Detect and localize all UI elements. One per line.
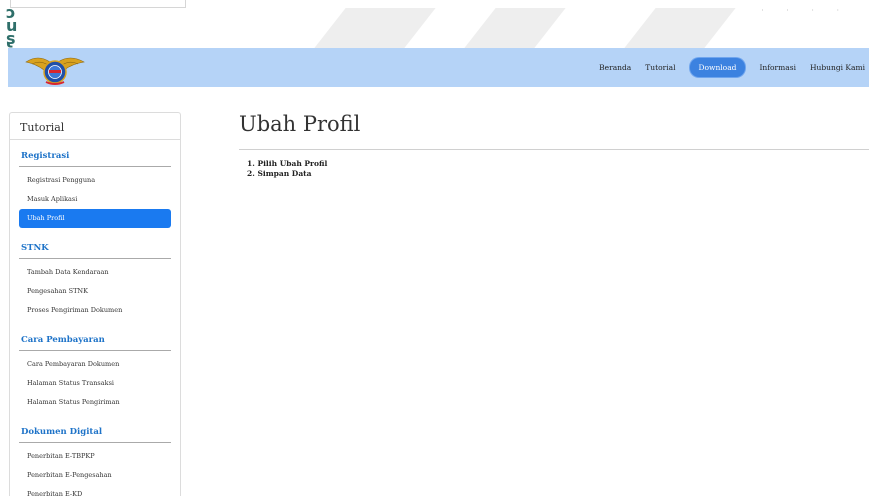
sidebar-item-penerbitan-e-tbpkp[interactable]: Penerbitan E-TBPKP [19,447,171,466]
section-heading-dokumen-digital: Dokumen Digital [19,416,171,443]
nav-tutorial[interactable]: Tutorial [645,63,675,72]
watermark-dots: · · · · [761,6,849,15]
sidebar-item-masuk-aplikasi[interactable]: Masuk Aplikasi [19,190,171,209]
nav-download-button[interactable]: Download [689,58,746,77]
sidebar-item-tambah-data-kendaraan[interactable]: Tambah Data Kendaraan [19,263,171,282]
main-content: Ubah Profil 1. Pilih Ubah Profil 2. Simp… [239,112,869,178]
watermark-shape [314,8,436,48]
sidebar-item-cara-pembayaran-dokumen[interactable]: Cara Pembayaran Dokumen [19,355,171,374]
navbar: Beranda Tutorial Download Informasi Hubu… [8,48,869,87]
title-divider [239,149,869,150]
nav-informasi[interactable]: Informasi [759,63,796,72]
sidebar-item-proses-pengiriman-dokumen[interactable]: Proses Pengiriman Dokumen [19,301,171,320]
page-title: Ubah Profil [239,112,361,136]
section-heading-stnk: STNK [19,232,171,259]
sidebar-item-registrasi-pengguna[interactable]: Registrasi Pengguna [19,171,171,190]
nav-hubungi-kami[interactable]: Hubungi Kami [810,63,865,72]
sidebar-item-halaman-status-transaksi[interactable]: Halaman Status Transaksi [19,374,171,393]
sidebar-item-penerbitan-e-kd[interactable]: Penerbitan E-KD [19,485,171,496]
background-strip: ɔuʂ · · · · [0,0,869,48]
step-item: 2. Simpan Data [247,169,312,178]
step-item: 1. Pilih Ubah Profil [247,159,328,168]
nav-beranda[interactable]: Beranda [599,63,631,72]
sidebar-item-penerbitan-e-pengesahan[interactable]: Penerbitan E-Pengesahan [19,466,171,485]
section-heading-registrasi: Registrasi [19,140,171,167]
top-panel-fragment [10,0,186,8]
tutorial-sidebar: Tutorial Registrasi Registrasi Pengguna … [9,112,181,496]
watermark-shape [464,8,566,48]
sidebar-item-halaman-status-pengiriman[interactable]: Halaman Status Pengiriman [19,393,171,412]
steps-list: 1. Pilih Ubah Profil 2. Simpan Data [247,159,327,179]
police-emblem-logo[interactable] [24,52,86,86]
sidebar-title: Tutorial [10,113,180,140]
watermark-letters: ɔuʂ [6,3,18,48]
watermark-shape [624,8,736,48]
section-heading-cara-pembayaran: Cara Pembayaran [19,324,171,351]
sidebar-item-pengesahan-stnk[interactable]: Pengesahan STNK [19,282,171,301]
sidebar-item-ubah-profil[interactable]: Ubah Profil [19,209,171,228]
nav-menu: Beranda Tutorial Download Informasi Hubu… [585,48,865,87]
